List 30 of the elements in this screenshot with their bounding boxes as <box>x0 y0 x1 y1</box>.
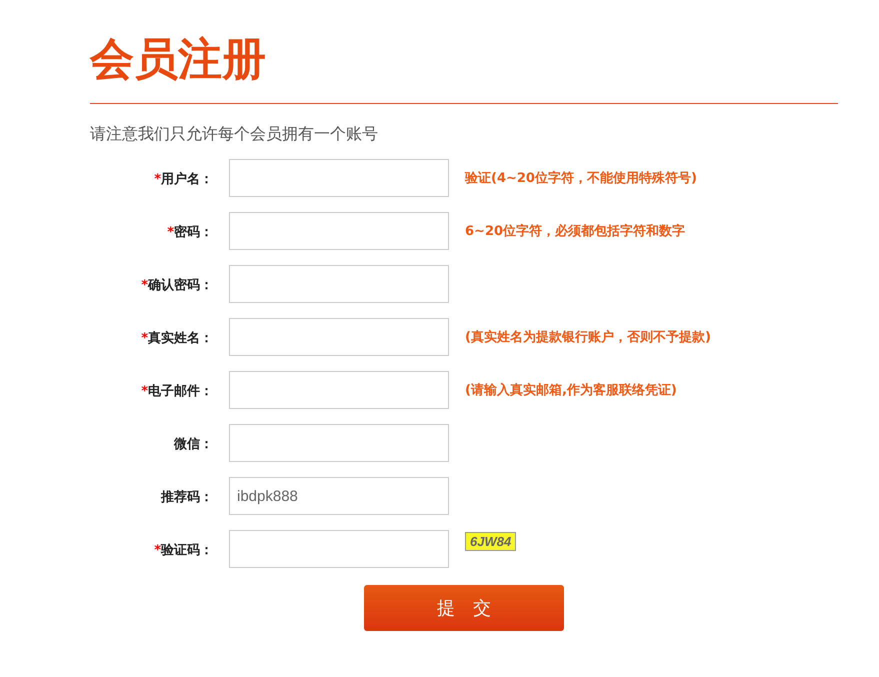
field-label: 电子邮件： <box>148 384 213 399</box>
submit-button[interactable]: 提 交 <box>364 585 564 631</box>
field-hint: 验证(4~20位字符，不能使用特殊符号) <box>465 170 698 187</box>
field-label: 真实姓名： <box>148 331 213 346</box>
required-asterisk: * <box>154 172 161 187</box>
input-field[interactable] <box>229 265 449 303</box>
captcha-image[interactable]: 6JW84 <box>465 532 516 551</box>
required-asterisk: * <box>141 331 148 346</box>
field-hint: (请输入真实邮箱,作为客服联络凭证) <box>465 382 678 399</box>
field-label: 推荐码： <box>161 490 213 505</box>
field-label: 验证码： <box>161 543 213 558</box>
input-field[interactable] <box>229 212 449 250</box>
input-field[interactable] <box>229 530 449 568</box>
field-label: 用户名： <box>161 172 213 187</box>
field-label: 微信： <box>174 437 213 452</box>
page-title: 会员注册 <box>90 33 267 87</box>
input-field[interactable] <box>229 159 449 197</box>
input-field[interactable]: ibdpk888 <box>229 477 449 515</box>
required-asterisk: * <box>141 278 148 293</box>
input-field[interactable] <box>229 371 449 409</box>
required-asterisk: * <box>141 384 148 399</box>
field-hint: (真实姓名为提款银行账户，否则不予提款) <box>465 328 712 346</box>
field-label: 密码： <box>174 225 213 240</box>
input-field[interactable] <box>229 424 449 462</box>
field-label: 确认密码： <box>148 278 213 293</box>
field-hint: 6~20位字符，必须都包括字符和数字 <box>465 222 686 240</box>
input-field[interactable] <box>229 318 449 356</box>
notice-text: 请注意我们只允许每个会员拥有一个账号 <box>90 124 379 145</box>
required-asterisk: * <box>167 225 174 240</box>
required-asterisk: * <box>154 543 161 558</box>
